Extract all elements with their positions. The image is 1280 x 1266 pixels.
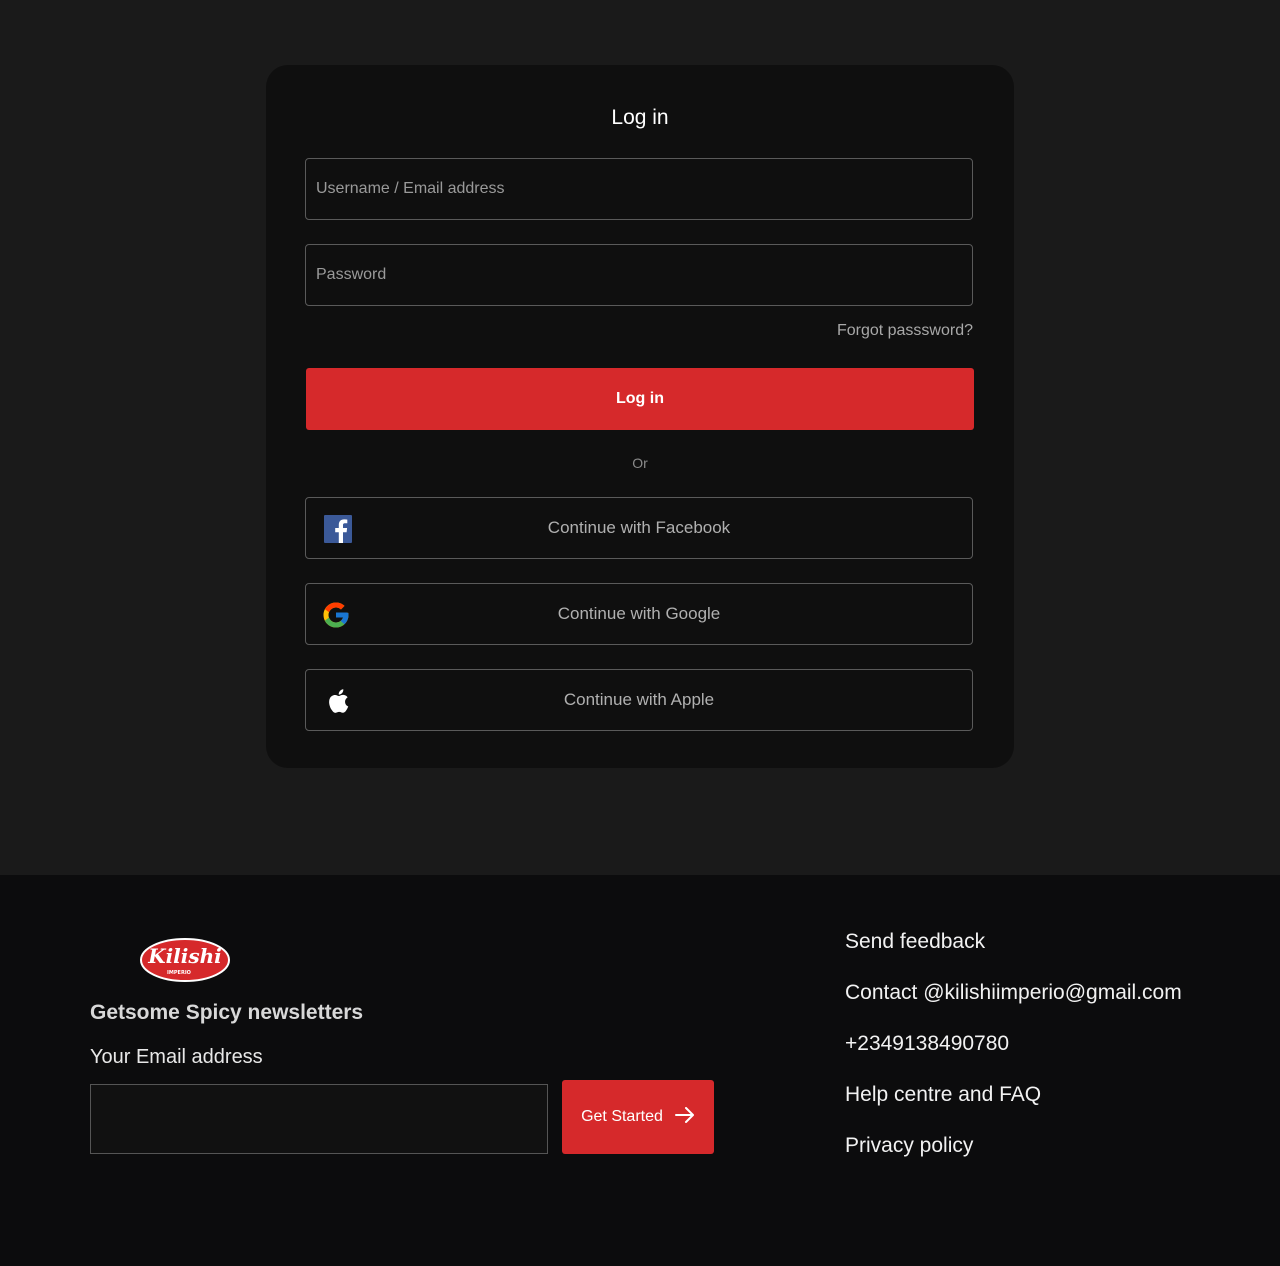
continue-facebook-button[interactable]: Continue with Facebook bbox=[305, 497, 973, 559]
or-divider: Or bbox=[632, 455, 648, 471]
newsletter-email-input[interactable] bbox=[90, 1084, 548, 1154]
facebook-icon bbox=[322, 513, 354, 545]
send-feedback-link[interactable]: Send feedback bbox=[845, 930, 985, 954]
continue-apple-button[interactable]: Continue with Apple bbox=[305, 669, 973, 731]
svg-text:IMPERIO: IMPERIO bbox=[167, 970, 191, 976]
newsletter-title: Getsome Spicy newsletters bbox=[90, 1001, 364, 1024]
continue-facebook-label: Continue with Facebook bbox=[547, 518, 731, 537]
google-icon bbox=[320, 599, 352, 631]
apple-icon bbox=[322, 685, 354, 717]
get-started-label: Get Started bbox=[581, 1108, 663, 1125]
svg-text:Kilishi: Kilishi bbox=[147, 944, 222, 968]
get-started-button[interactable]: Get Started bbox=[562, 1080, 714, 1154]
login-button[interactable]: Log in bbox=[306, 368, 974, 430]
privacy-policy-link[interactable]: Privacy policy bbox=[845, 1134, 973, 1158]
login-title: Log in bbox=[611, 106, 669, 129]
help-faq-link[interactable]: Help centre and FAQ bbox=[845, 1083, 1041, 1107]
contact-email-link[interactable]: Contact @kilishiimperio@gmail.com bbox=[845, 981, 1182, 1005]
continue-apple-label: Continue with Apple bbox=[563, 690, 715, 709]
username-email-input[interactable] bbox=[305, 158, 973, 220]
phone-link[interactable]: +2349138490780 bbox=[845, 1032, 1009, 1056]
continue-google-button[interactable]: Continue with Google bbox=[305, 583, 973, 645]
arrow-right-icon bbox=[674, 1106, 695, 1128]
password-input[interactable] bbox=[305, 244, 973, 306]
email-label: Your Email address bbox=[90, 1046, 263, 1068]
kilishi-logo: Kilishi IMPERIO bbox=[139, 936, 231, 984]
footer bbox=[0, 875, 1280, 1266]
continue-google-label: Continue with Google bbox=[557, 604, 721, 623]
forgot-password-link[interactable]: Forgot passsword? bbox=[700, 322, 973, 340]
